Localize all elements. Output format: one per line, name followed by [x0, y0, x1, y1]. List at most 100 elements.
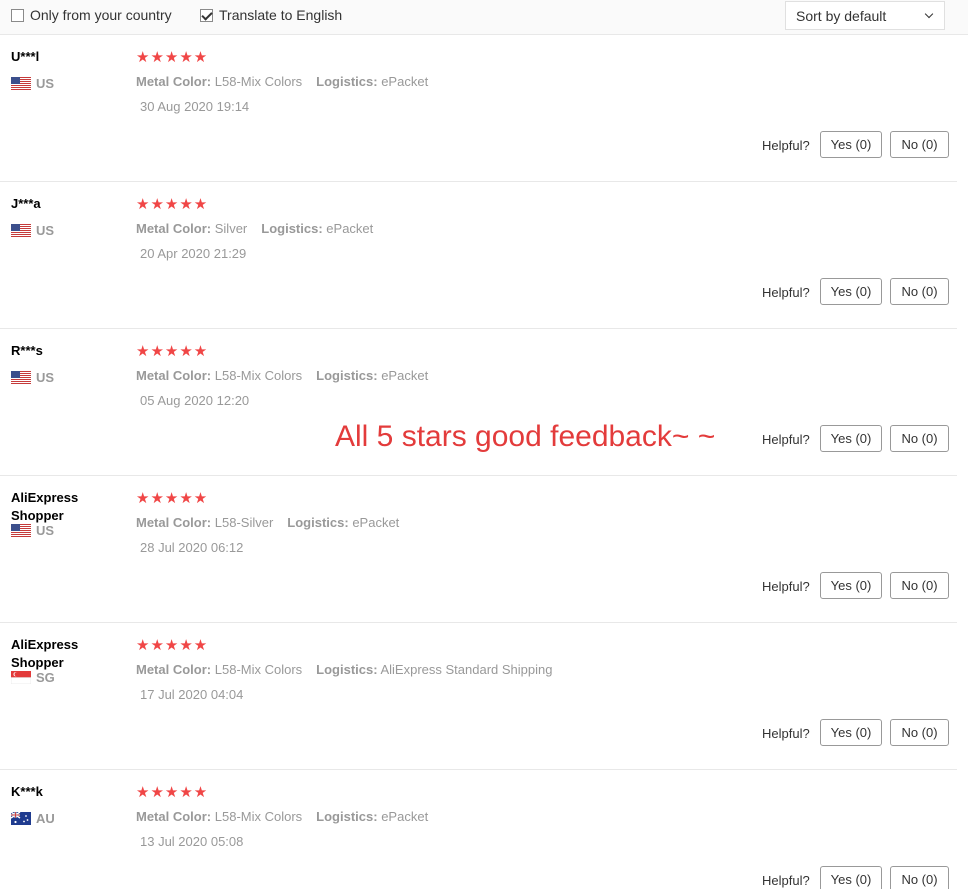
metal-color-value: L58-Mix Colors [214, 74, 303, 89]
reviewer-name: J***a [11, 195, 121, 213]
only-from-country-checkbox[interactable] [11, 8, 24, 22]
translate-label: Translate to English [219, 7, 343, 23]
translate-checkbox[interactable] [200, 8, 213, 22]
logistics-value: ePacket [381, 368, 429, 383]
helpful-no-button[interactable]: No (0) [890, 278, 949, 305]
star-rating: ★★★★★ [136, 196, 209, 213]
helpful-label: Helpful? [762, 579, 810, 594]
helpful-label: Helpful? [762, 138, 810, 153]
product-attributes: Metal Color: L58-Mix Colors Logistics: eP… [136, 368, 428, 383]
helpful-yes-button[interactable]: Yes (0) [820, 425, 882, 452]
review-date: 05 Aug 2020 12:20 [140, 393, 250, 408]
only-from-country-filter[interactable]: Only from your country [11, 7, 172, 23]
reviewer-name: AliExpress Shopper [11, 636, 121, 672]
metal-color-label: Metal Color: [136, 662, 212, 677]
filter-bar: Only from your country Translate to Engl… [0, 0, 968, 35]
country-code: US [36, 223, 55, 238]
reviewer-name: K***k [11, 783, 121, 801]
reviewer-name-line1: K***k [11, 784, 43, 799]
logistics-label: Logistics: [261, 221, 323, 236]
reviewer-country: US [11, 370, 54, 385]
logistics-label: Logistics: [287, 515, 349, 530]
product-attributes: Metal Color: Silver Logistics: ePacket [136, 221, 373, 236]
us-flag-icon [11, 371, 31, 384]
metal-color-label: Metal Color: [136, 221, 212, 236]
reviewer-country: SG [10, 670, 55, 685]
reviewer-name: U***l [11, 48, 121, 66]
us-flag-icon [11, 224, 31, 237]
helpful-no-button[interactable]: No (0) [890, 572, 949, 599]
reviewer-name: R***s [11, 342, 121, 360]
review-date: 20 Apr 2020 21:29 [140, 246, 247, 261]
us-flag-icon [11, 524, 31, 537]
overlay-caption: All 5 stars good feedback~ ~ [335, 420, 716, 453]
reviewer-name-line1: AliExpress [11, 490, 79, 505]
helpful-yes-button[interactable]: Yes (0) [820, 572, 882, 599]
logistics-label: Logistics: [316, 74, 378, 89]
helpful-no-button[interactable]: No (0) [890, 866, 949, 889]
country-code: US [36, 76, 55, 91]
metal-color-label: Metal Color: [136, 368, 212, 383]
helpful-yes-button[interactable]: Yes (0) [820, 866, 882, 889]
reviewer-name-line1: R***s [11, 343, 43, 358]
chevron-down-icon [924, 9, 934, 19]
reviewer-country: AU [10, 811, 55, 826]
logistics-label: Logistics: [316, 809, 378, 824]
logistics-value: ePacket [326, 221, 374, 236]
country-code: US [36, 370, 55, 385]
sort-dropdown-value: Sort by default [796, 7, 887, 24]
helpful-no-button[interactable]: No (0) [890, 131, 949, 158]
reviewer-country: US [11, 523, 54, 538]
metal-color-value: L58-Mix Colors [214, 368, 303, 383]
logistics-value: ePacket [381, 809, 429, 824]
star-rating: ★★★★★ [136, 49, 209, 66]
sg-flag-icon [10, 671, 32, 685]
metal-color-value: L58-Mix Colors [214, 662, 303, 677]
helpful-label: Helpful? [762, 432, 810, 447]
logistics-value: ePacket [381, 74, 429, 89]
logistics-label: Logistics: [316, 662, 378, 677]
reviewer-country: US [11, 76, 54, 91]
country-code: SG [36, 670, 55, 685]
reviewer-name-line1: AliExpress [11, 637, 79, 652]
logistics-value: AliExpress Standard Shipping [380, 662, 553, 677]
review-date: 30 Aug 2020 19:14 [140, 99, 250, 114]
review-item: K***k AU ★★★★★ Metal Color: L58-Mix Colors L… [0, 770, 957, 889]
helpful-no-button[interactable]: No (0) [890, 719, 949, 746]
translate-filter[interactable]: Translate to English [200, 7, 342, 23]
star-rating: ★★★★★ [136, 784, 209, 801]
country-code: AU [36, 811, 55, 826]
helpful-yes-button[interactable]: Yes (0) [820, 131, 882, 158]
only-from-country-label: Only from your country [30, 7, 172, 23]
us-flag-icon [11, 77, 31, 90]
review-item: U***l US ★★★★★ Metal Color: L58-Mix Colors L… [0, 35, 957, 182]
metal-color-label: Metal Color: [136, 74, 212, 89]
review-date: 13 Jul 2020 05:08 [140, 834, 244, 849]
logistics-label: Logistics: [316, 368, 378, 383]
helpful-label: Helpful? [762, 873, 810, 888]
product-attributes: Metal Color: L58-Mix Colors Logistics: eP… [136, 809, 428, 824]
metal-color-value: L58-Silver [214, 515, 274, 530]
helpful-no-button[interactable]: No (0) [890, 425, 949, 452]
helpful-label: Helpful? [762, 285, 810, 300]
logistics-value: ePacket [352, 515, 400, 530]
helpful-yes-button[interactable]: Yes (0) [820, 719, 882, 746]
product-attributes: Metal Color: L58-Mix Colors Logistics: Al… [136, 662, 552, 677]
reviewer-name: AliExpress Shopper [11, 489, 121, 525]
review-date: 17 Jul 2020 04:04 [140, 687, 244, 702]
sort-dropdown[interactable]: Sort by default [785, 1, 945, 30]
review-item: J***a US ★★★★★ Metal Color: Silver Logistics… [0, 182, 957, 329]
product-attributes: Metal Color: L58-Silver Logistics: ePacke… [136, 515, 399, 530]
country-code: US [36, 523, 55, 538]
helpful-yes-button[interactable]: Yes (0) [820, 278, 882, 305]
metal-color-label: Metal Color: [136, 809, 212, 824]
reviewer-country: US [11, 223, 54, 238]
metal-color-value: L58-Mix Colors [214, 809, 303, 824]
helpful-label: Helpful? [762, 726, 810, 741]
product-attributes: Metal Color: L58-Mix Colors Logistics: eP… [136, 74, 428, 89]
metal-color-label: Metal Color: [136, 515, 212, 530]
review-item: AliExpress Shopper US ★★★★★ Metal Color: L58… [0, 476, 957, 623]
star-rating: ★★★★★ [136, 637, 209, 654]
star-rating: ★★★★★ [136, 490, 209, 507]
au-flag-icon [10, 811, 31, 825]
